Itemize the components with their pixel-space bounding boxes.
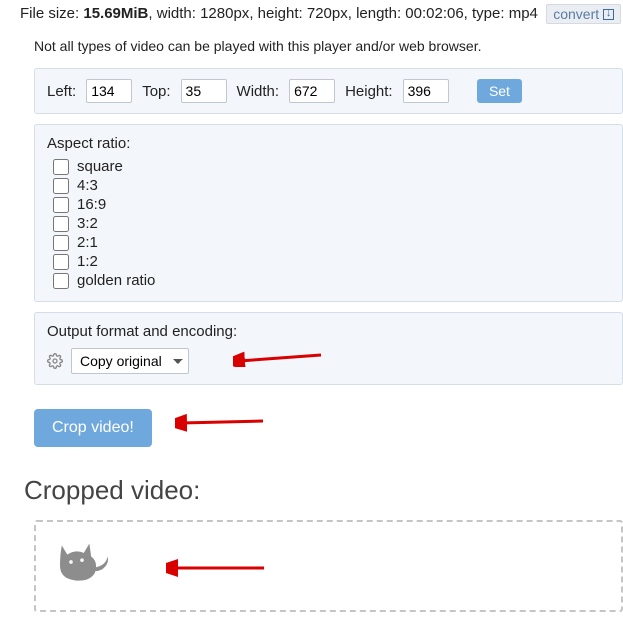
file-size-label: File size:: [20, 5, 83, 22]
height-label: Height:: [345, 83, 393, 100]
left-label: Left:: [47, 83, 76, 100]
file-size-value: 15.69MiB: [83, 5, 148, 22]
top-input[interactable]: [181, 79, 227, 103]
aspect-checkbox[interactable]: [53, 235, 69, 251]
height-input[interactable]: [403, 79, 449, 103]
file-width-value: 1280px: [200, 5, 249, 22]
aspect-label: square: [77, 158, 123, 175]
set-button[interactable]: Set: [477, 79, 522, 103]
aspect-title: Aspect ratio:: [47, 135, 610, 152]
output-format-panel: Output format and encoding: Copy origina…: [34, 312, 623, 385]
aspect-checkbox[interactable]: [53, 197, 69, 213]
file-type-label: , type:: [464, 5, 509, 22]
aspect-label: 4:3: [77, 177, 98, 194]
width-input[interactable]: [289, 79, 335, 103]
top-label: Top:: [142, 83, 170, 100]
file-height-value: 720px: [307, 5, 348, 22]
cropped-video-heading: Cropped video:: [24, 475, 623, 506]
file-length-value: 00:02:06: [405, 5, 463, 22]
aspect-label: 1:2: [77, 253, 98, 270]
aspect-option[interactable]: square: [53, 158, 610, 175]
convert-button[interactable]: convert: [546, 4, 621, 24]
result-dropzone: [34, 520, 623, 612]
file-length-label: , length:: [348, 5, 406, 22]
annotation-arrow-icon: [166, 558, 266, 578]
player-note: Not all types of video can be played wit…: [34, 38, 623, 54]
aspect-option[interactable]: 16:9: [53, 196, 610, 213]
output-format-select[interactable]: Copy original: [71, 348, 189, 374]
aspect-checkbox[interactable]: [53, 159, 69, 175]
aspect-option[interactable]: golden ratio: [53, 272, 610, 289]
output-title: Output format and encoding:: [47, 323, 610, 340]
aspect-checkbox[interactable]: [53, 254, 69, 270]
aspect-ratio-panel: Aspect ratio: square 4:3 16:9 3:2 2:1 1:2 gold…: [34, 124, 623, 302]
annotation-arrow-icon: [175, 413, 265, 433]
file-height-label: , height:: [249, 5, 307, 22]
aspect-checkbox[interactable]: [53, 216, 69, 232]
aspect-option[interactable]: 2:1: [53, 234, 610, 251]
file-width-label: , width:: [148, 5, 200, 22]
crop-coordinates-panel: Left: Top: Width: Height: Set: [34, 68, 623, 114]
aspect-option[interactable]: 4:3: [53, 177, 610, 194]
gear-icon: [47, 353, 63, 369]
width-label: Width:: [237, 83, 280, 100]
file-metadata: File size: 15.69MiB, width: 1280px, heig…: [20, 4, 623, 24]
file-type-value: mp4: [509, 5, 538, 22]
download-icon: [603, 9, 614, 20]
left-input[interactable]: [86, 79, 132, 103]
convert-label: convert: [553, 6, 599, 22]
cat-placeholder-icon: [52, 540, 112, 584]
aspect-checkbox[interactable]: [53, 273, 69, 289]
aspect-option[interactable]: 1:2: [53, 253, 610, 270]
aspect-label: 2:1: [77, 234, 98, 251]
crop-video-button[interactable]: Crop video!: [34, 409, 152, 447]
aspect-label: 16:9: [77, 196, 106, 213]
aspect-label: golden ratio: [77, 272, 155, 289]
aspect-label: 3:2: [77, 215, 98, 232]
aspect-checkbox[interactable]: [53, 178, 69, 194]
aspect-option[interactable]: 3:2: [53, 215, 610, 232]
